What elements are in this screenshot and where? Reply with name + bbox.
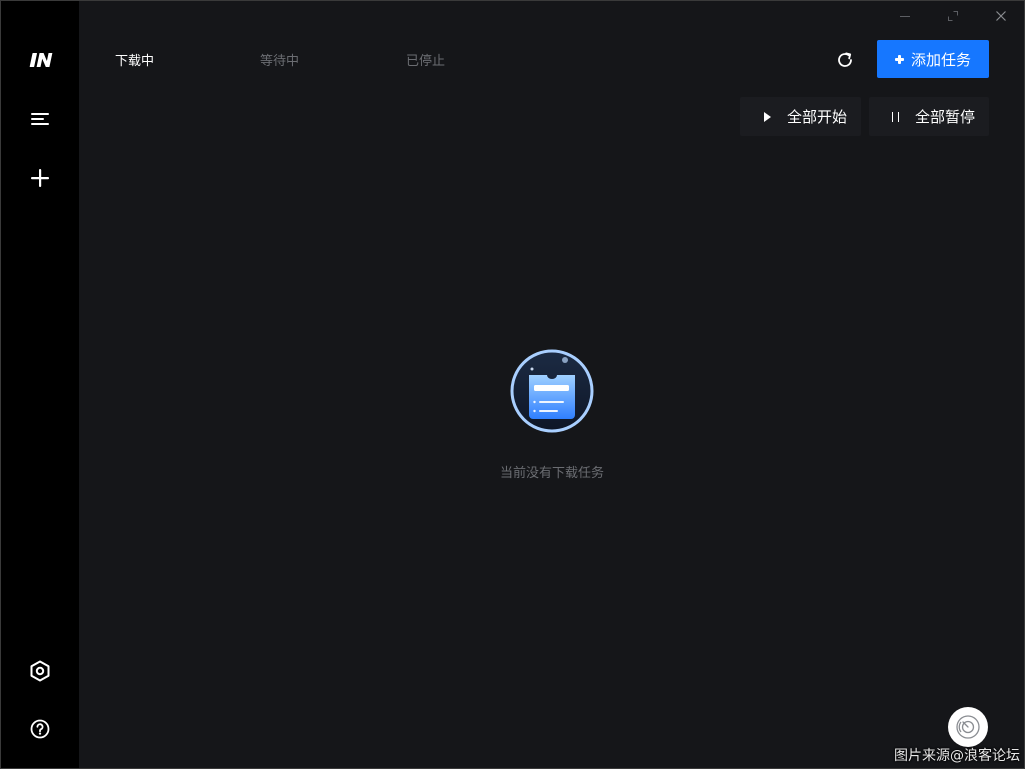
help-button[interactable] [20,709,60,749]
settings-button[interactable] [20,651,60,691]
app-logo-icon [20,40,60,80]
add-task-button[interactable]: 添加任务 [877,40,989,78]
maximize-icon [948,11,958,21]
watermark: 图片来源@浪客论坛 [894,748,1020,764]
main-panel: 下载中 等待中 已停止 添加任务 全部开始 全部暂停 当前没有下载任务 图片来源… [79,1,1024,768]
maximize-button[interactable] [939,5,967,27]
pause-all-label: 全部暂停 [915,108,976,126]
app-window: 下载中 等待中 已停止 添加任务 全部开始 全部暂停 当前没有下载任务 图片来源… [0,0,1025,769]
add-button[interactable] [20,158,60,198]
close-button[interactable] [987,5,1015,27]
close-icon [996,11,1006,21]
add-task-label: 添加任务 [910,50,971,69]
help-icon [30,719,50,739]
empty-state-message: 当前没有下载任务 [499,466,604,481]
floating-speed-button[interactable] [948,707,988,747]
play-icon [764,111,771,122]
minimize-icon [900,16,910,17]
start-all-button[interactable]: 全部开始 [740,97,861,136]
tab-waiting[interactable]: 等待中 [260,50,299,69]
sidebar [1,1,79,768]
menu-button[interactable] [20,99,60,139]
minimize-button[interactable] [891,5,919,27]
pause-icon [892,111,899,122]
start-all-label: 全部开始 [787,108,848,126]
refresh-icon [838,52,852,67]
hexagon-settings-icon [30,660,50,682]
refresh-button[interactable] [831,46,859,74]
tab-stopped[interactable]: 已停止 [406,50,445,69]
tab-downloading[interactable]: 下载中 [115,50,154,69]
speed-gauge-icon [956,715,980,739]
pause-all-button[interactable]: 全部暂停 [869,97,989,136]
empty-download-icon [509,348,595,434]
plus-icon [31,169,49,187]
menu-icon [31,113,49,125]
plus-icon [894,54,904,64]
